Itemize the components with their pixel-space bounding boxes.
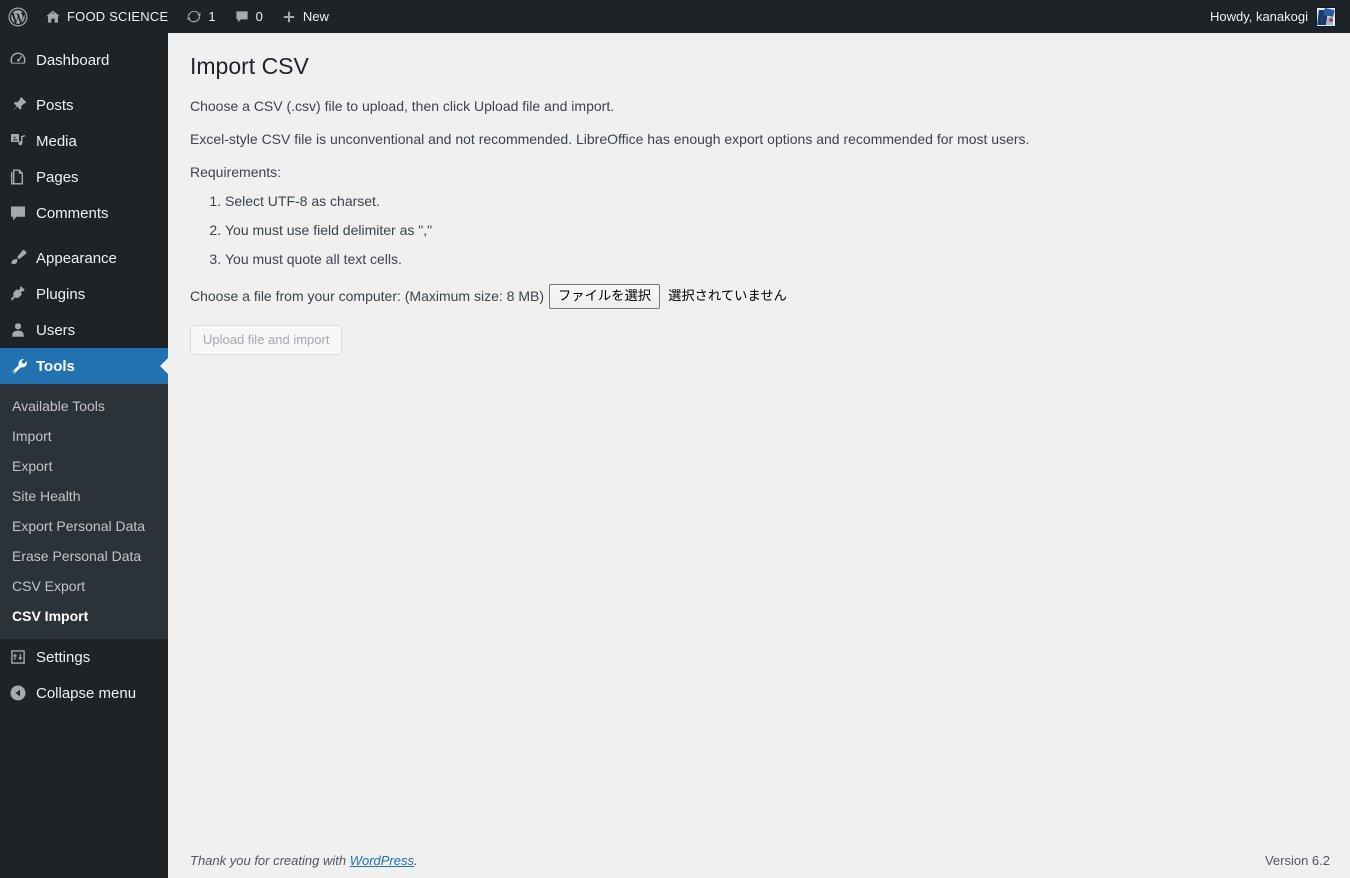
dashboard-icon [0, 50, 36, 70]
adminbar-howdy-label: Howdy, kanakogi [1209, 9, 1308, 24]
menu-spacer-2 [0, 231, 168, 240]
sidebar-subitem-erase-personal-data[interactable]: Erase Personal Data [0, 541, 168, 571]
adminbar-right-group: Howdy, kanakogi [1201, 0, 1350, 33]
sidebar-subitem-available-tools[interactable]: Available Tools [0, 391, 168, 421]
adminbar-updates-count: 1 [208, 9, 216, 24]
wordpress-logo-icon [8, 7, 28, 27]
user-icon [0, 320, 36, 340]
admin-bar: FOOD SCIENCE 1 0 New Howdy, kanakogi [0, 0, 1350, 33]
pin-icon [0, 95, 36, 115]
upload-and-import-button[interactable]: Upload file and import [190, 324, 343, 355]
updates-icon [186, 9, 202, 25]
file-upload-label: Choose a file from your computer: (Maxim… [190, 287, 544, 304]
sidebar-subitem-export[interactable]: Export [0, 451, 168, 481]
file-upload-row: Choose a file from your computer: (Maxim… [190, 283, 1330, 309]
adminbar-comments[interactable]: 0 [225, 0, 272, 33]
csv-file-input[interactable]: ファイルを選択 選択されていません [549, 283, 787, 309]
sidebar-collapse-menu[interactable]: Collapse menu [0, 675, 168, 711]
adminbar-wordpress-logo[interactable] [0, 0, 36, 33]
sidebar-submenu-tools: Available Tools Import Export Site Healt… [0, 384, 168, 639]
wordpress-link[interactable]: WordPress [350, 853, 414, 868]
menu-spacer-1 [0, 78, 168, 87]
sidebar-item-label: Posts [36, 97, 74, 114]
sidebar-item-pages[interactable]: Pages [0, 159, 168, 195]
intro-paragraph: Choose a CSV (.csv) file to upload, then… [190, 97, 615, 114]
user-avatar-image [1316, 6, 1336, 27]
adminbar-new-label: New [302, 9, 329, 24]
plus-icon [281, 9, 297, 25]
adminbar-new-content[interactable]: New [272, 0, 338, 33]
menu-spacer-top [0, 33, 168, 42]
sidebar-item-settings[interactable]: Settings [0, 639, 168, 675]
sidebar-item-label: Settings [36, 649, 91, 666]
adminbar-site-name-label: FOOD SCIENCE [67, 9, 169, 24]
sidebar-item-label: Tools [36, 358, 75, 375]
sidebar-subitem-csv-export[interactable]: CSV Export [0, 571, 168, 601]
choose-file-button[interactable]: ファイルを選択 [549, 283, 661, 309]
plug-icon [0, 284, 36, 304]
sidebar-item-label: Plugins [36, 286, 86, 303]
sidebar-subitem-import[interactable]: Import [0, 421, 168, 451]
file-selection-status: 選択されていません [668, 288, 787, 304]
sidebar-item-appearance[interactable]: Appearance [0, 240, 168, 276]
sidebar-item-users[interactable]: Users [0, 312, 168, 348]
media-icon [0, 131, 36, 151]
sidebar-subitem-csv-import[interactable]: CSV Import [0, 601, 168, 631]
admin-footer: Thank you for creating with WordPress. V… [168, 843, 1350, 878]
adminbar-site-name[interactable]: FOOD SCIENCE [36, 0, 177, 33]
footer-thanks-suffix: . [414, 853, 418, 868]
footer-thanks: Thank you for creating with WordPress. [190, 853, 418, 868]
sidebar-item-dashboard[interactable]: Dashboard [0, 42, 168, 78]
paintbrush-icon [0, 248, 36, 268]
page-wrap: Import CSV Choose a CSV (.csv) file to u… [168, 33, 1350, 355]
submit-row: Upload file and import [190, 309, 1330, 355]
sidebar-item-comments[interactable]: Comments [0, 195, 168, 231]
wrench-icon [0, 356, 36, 376]
requirements-list: Select UTF-8 as charset. You must use fi… [190, 191, 1330, 270]
sidebar-item-plugins[interactable]: Plugins [0, 276, 168, 312]
requirement-item: You must use field delimiter as "," [225, 220, 1330, 241]
sidebar-item-tools[interactable]: Tools [0, 348, 168, 384]
note-paragraph: Excel-style CSV file is unconventional a… [190, 130, 1030, 147]
requirement-item: Select UTF-8 as charset. [225, 191, 1330, 212]
sidebar-item-label: Comments [36, 205, 109, 222]
requirements-heading: Requirements: [190, 163, 282, 180]
sidebar-item-label: Users [36, 322, 76, 339]
settings-sliders-icon [0, 647, 36, 667]
sidebar-subitem-site-health[interactable]: Site Health [0, 481, 168, 511]
sidebar-item-label: Pages [36, 169, 79, 186]
page-title: Import CSV [190, 53, 309, 79]
admin-sidebar-menu: Dashboard Posts Media Pages Comments App… [0, 33, 168, 878]
comment-bubble-icon [234, 9, 250, 25]
adminbar-updates[interactable]: 1 [177, 0, 224, 33]
home-icon [45, 9, 61, 25]
sidebar-collapse-label: Collapse menu [36, 685, 137, 702]
adminbar-comments-count: 0 [255, 9, 263, 24]
footer-thanks-prefix: Thank you for creating with [190, 853, 350, 868]
sidebar-item-posts[interactable]: Posts [0, 87, 168, 123]
current-menu-arrow-icon [160, 358, 168, 374]
comment-bubble-icon [0, 203, 36, 223]
adminbar-my-account[interactable]: Howdy, kanakogi [1201, 0, 1350, 33]
sidebar-item-label: Media [36, 133, 77, 150]
sidebar-item-label: Dashboard [36, 52, 110, 69]
requirement-item: You must quote all text cells. [225, 249, 1330, 270]
pages-icon [0, 167, 36, 187]
main-content-area: Import CSV Choose a CSV (.csv) file to u… [168, 33, 1350, 878]
footer-version: Version 6.2 [1264, 853, 1330, 868]
sidebar-item-media[interactable]: Media [0, 123, 168, 159]
chevron-left-circle-icon [0, 683, 36, 703]
sidebar-subitem-export-personal-data[interactable]: Export Personal Data [0, 511, 168, 541]
sidebar-item-label: Appearance [36, 250, 117, 267]
